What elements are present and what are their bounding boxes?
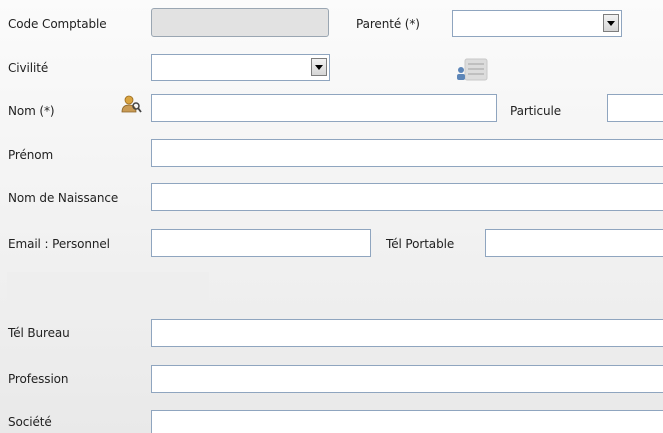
civilite-label: Civilité [8,61,49,75]
tel-portable-label: Tél Portable [386,237,455,251]
civilite-select[interactable] [151,54,330,81]
parente-label: Parenté (*) [356,17,420,31]
profession-label: Profession [8,372,69,386]
contact-card-icon[interactable] [455,57,491,83]
tel-bureau-input[interactable] [151,319,663,347]
nom-input[interactable] [151,94,497,122]
nom-label: Nom (*) [8,104,55,118]
nom-naissance-label: Nom de Naissance [8,191,119,205]
code-comptable-input[interactable] [151,8,329,37]
chevron-down-icon[interactable] [311,58,327,76]
societe-input[interactable] [151,410,663,433]
chevron-down-icon[interactable] [603,14,619,32]
prenom-label: Prénom [8,148,54,162]
particule-input[interactable] [607,94,663,122]
code-comptable-label: Code Comptable [8,17,107,31]
email-personnel-input[interactable] [151,229,371,257]
profession-input[interactable] [151,365,663,393]
email-personnel-label: Email : Personnel [8,237,110,251]
tel-bureau-label: Tél Bureau [8,326,70,340]
prenom-input[interactable] [151,139,663,167]
tel-portable-input[interactable] [485,229,663,257]
parente-select[interactable] [452,10,622,37]
person-search-icon[interactable] [120,94,142,114]
societe-label: Société [8,415,52,429]
section-separator [7,272,209,306]
nom-naissance-input[interactable] [151,183,663,211]
particule-label: Particule [510,104,562,118]
